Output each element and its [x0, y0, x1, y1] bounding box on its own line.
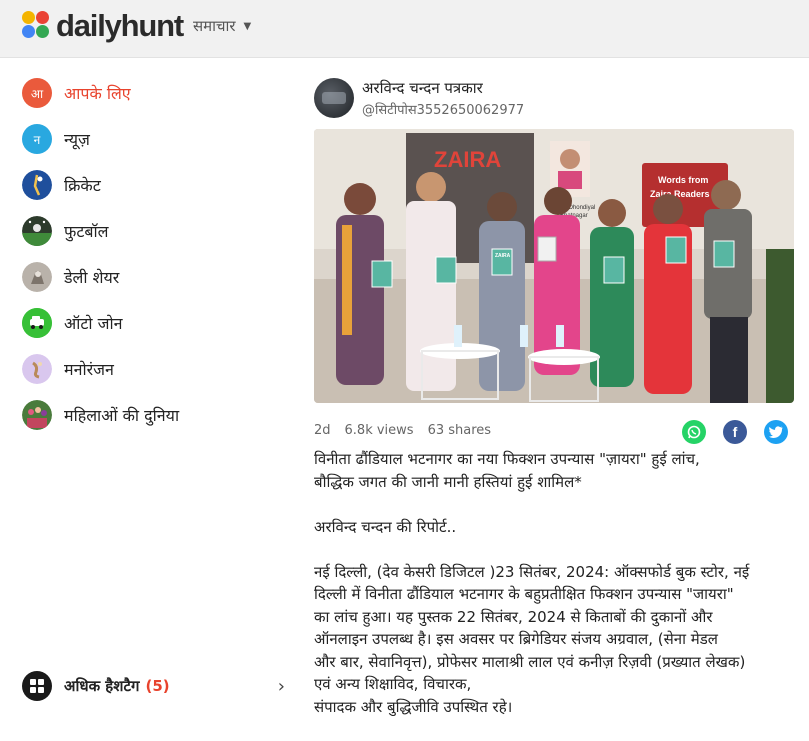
- banner-title: ZAIRA: [434, 147, 501, 172]
- auto-zone-icon: [22, 308, 52, 338]
- logo-dots-icon: [22, 11, 52, 41]
- cricket-icon: [22, 170, 52, 200]
- sign-text: Words from: [658, 175, 708, 185]
- logo-text: dailyhunt: [56, 8, 184, 43]
- category-sidebar: आ आपके लिए न न्यूज़ क्रिकेट फुटबॉल डेली …: [22, 70, 272, 438]
- sidebar-item-entertainment[interactable]: मनोरंजन: [22, 346, 272, 392]
- more-hashtags-count: (5): [145, 677, 170, 695]
- sidebar-item-daily-share[interactable]: डेली शेयर: [22, 254, 272, 300]
- paragraph-line: एवं अन्य शिक्षाविद, विचारक,: [314, 675, 472, 693]
- whatsapp-share-button[interactable]: [682, 420, 706, 444]
- view-count: 6.8k views: [344, 423, 414, 438]
- news-menu-label: समाचार: [193, 17, 236, 35]
- sidebar-item-label: फुटबॉल: [64, 222, 109, 241]
- entertainment-icon: [22, 354, 52, 384]
- paragraph-line: नई दिल्ली, (देव केसरी डिजिटल )23 सितंबर,…: [314, 562, 750, 581]
- sidebar-item-for-you[interactable]: आ आपके लिए: [22, 70, 272, 116]
- byline: अरविन्द चन्दन की रिपोर्ट..: [314, 517, 457, 536]
- book-label: ZAIRA: [495, 253, 511, 259]
- twitter-share-button[interactable]: [764, 420, 788, 444]
- book-launch-photo: ZAIRA Vinita Dhondiyal Bhatnagar Words f…: [314, 129, 794, 403]
- sidebar-item-label: ऑटो जोन: [64, 314, 123, 333]
- sidebar-item-football[interactable]: फुटबॉल: [22, 208, 272, 254]
- headline-line-1: विनीता ढौंडियाल भटनागर का नया फिक्शन उपन…: [314, 450, 700, 468]
- paragraph-line: ऑनलाइन उपलब्ध है। इस अवसर पर ब्रिगेडियर …: [314, 630, 718, 648]
- facebook-share-button[interactable]: f: [723, 420, 747, 444]
- sidebar-item-news[interactable]: न न्यूज़: [22, 116, 272, 162]
- women-world-icon: [22, 400, 52, 430]
- article-meta: 2d 6.8k views 63 shares: [314, 423, 491, 438]
- paragraph-line: दिल्ली में विनीता ढौंडियाल भटनागर के बहु…: [314, 585, 734, 603]
- sidebar-item-label: डेली शेयर: [64, 268, 120, 287]
- home-avatar-icon: आ: [22, 78, 52, 108]
- sidebar-item-cricket[interactable]: क्रिकेट: [22, 162, 272, 208]
- post-age: 2d: [314, 423, 331, 438]
- sidebar-item-label: महिलाओं की दुनिया: [64, 406, 180, 425]
- sidebar-item-label: मनोरंजन: [64, 360, 114, 379]
- twitter-icon: [769, 426, 783, 438]
- paragraph-line: और बार, सेवानिवृत्त), प्रोफेसर मालाश्री …: [314, 652, 746, 671]
- headline-line-2: बौद्धिक जगत की जानी मानी हस्तियां हुई शा…: [314, 472, 582, 491]
- article-photo[interactable]: ZAIRA Vinita Dhondiyal Bhatnagar Words f…: [314, 129, 794, 403]
- author-handle: @सिटीपोस3552650062977: [362, 103, 525, 118]
- more-hashtags-label: अधिक हैशटैग: [64, 677, 140, 695]
- grid-icon: [22, 671, 52, 701]
- author-avatar[interactable]: [314, 78, 354, 118]
- author-block[interactable]: अरविन्द चन्दन पत्रकार @सिटीपोस3552650062…: [314, 78, 524, 118]
- news-avatar-icon: न: [22, 124, 52, 154]
- news-menu-dropdown[interactable]: समाचार ▼: [193, 16, 251, 36]
- dailyhunt-logo[interactable]: dailyhunt: [22, 6, 184, 46]
- whatsapp-icon: [687, 425, 701, 439]
- share-count: 63 shares: [427, 423, 492, 438]
- chevron-right-icon: ›: [277, 676, 285, 697]
- daily-share-icon: [22, 262, 52, 292]
- author-name[interactable]: अरविन्द चन्दन पत्रकार: [362, 78, 524, 98]
- article-body: विनीता ढौंडियाल भटनागर का नया फिक्शन उपन…: [314, 448, 794, 718]
- facebook-icon: f: [732, 424, 738, 440]
- paragraph-line: का लांच हुआ। यह पुस्तक 22 सितंबर, 2024 स…: [314, 607, 713, 626]
- sidebar-item-label: आपके लिए: [64, 84, 131, 103]
- sidebar-item-label: न्यूज़: [64, 130, 90, 149]
- sidebar-item-auto-zone[interactable]: ऑटो जोन: [22, 300, 272, 346]
- paragraph-line: संपादक और बुद्धिजीवि उपस्थित रहे।: [314, 697, 513, 716]
- more-hashtags-button[interactable]: अधिक हैशटैग (5) ›: [22, 670, 287, 702]
- sidebar-item-women-world[interactable]: महिलाओं की दुनिया: [22, 392, 272, 438]
- top-header: dailyhunt समाचार ▼: [0, 0, 809, 58]
- football-icon: [22, 216, 52, 246]
- sidebar-item-label: क्रिकेट: [64, 176, 101, 195]
- caret-down-icon: ▼: [243, 20, 252, 32]
